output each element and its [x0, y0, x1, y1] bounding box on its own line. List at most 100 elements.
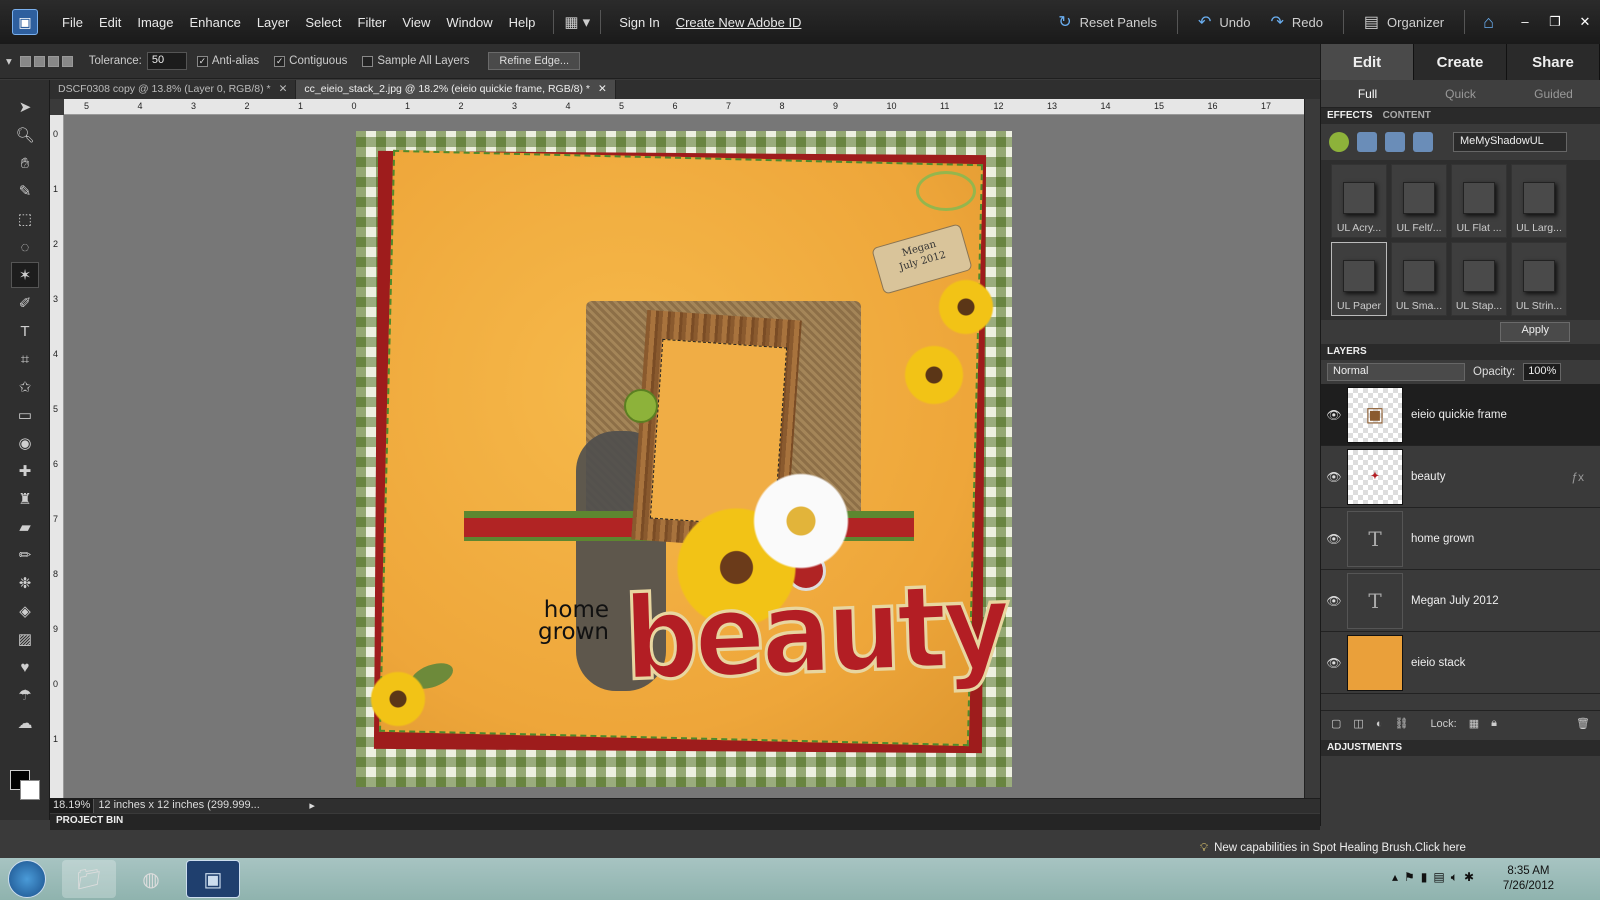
straighten-tool-icon[interactable]: ▭: [11, 402, 39, 428]
menu-layer[interactable]: Layer: [249, 15, 298, 30]
zoom-tool-icon[interactable]: 🔍︎: [11, 122, 39, 148]
layer-style-icon[interactable]: ƒx: [1571, 470, 1584, 484]
layer-styles-icon[interactable]: [1357, 132, 1377, 152]
menu-help[interactable]: Help: [501, 15, 544, 30]
project-bin-header[interactable]: PROJECT BIN: [50, 814, 1320, 830]
doc-tab-2[interactable]: cc_eieio_stack_2.jpg @ 18.2% (eieio quic…: [296, 80, 616, 99]
shape-tool-icon[interactable]: ♥: [11, 654, 39, 680]
network-icon[interactable]: ▤: [1433, 870, 1450, 884]
doc-tab-1[interactable]: DSCF0308 copy @ 13.8% (Layer 0, RGB/8) *…: [50, 80, 297, 99]
healing-brush-tool-icon[interactable]: ✚: [11, 458, 39, 484]
marquee-tool-icon[interactable]: ⬚: [11, 206, 39, 232]
reset-panels-button[interactable]: ↻ Reset Panels: [1048, 12, 1167, 32]
gradient-tool-icon[interactable]: ▨: [11, 626, 39, 652]
undo-button[interactable]: ↶ Undo: [1188, 12, 1260, 32]
tab-edit[interactable]: Edit: [1321, 44, 1414, 80]
type-tool-icon[interactable]: T: [11, 318, 39, 344]
tolerance-input[interactable]: 50: [146, 52, 187, 70]
blend-mode-select[interactable]: Normal: [1327, 363, 1465, 381]
adjustments-title[interactable]: ADJUSTMENTS: [1327, 742, 1402, 754]
arrange-icon[interactable]: ▦ ▾: [564, 13, 590, 31]
anti-alias-checkbox[interactable]: ✓: [196, 55, 208, 67]
tab-full[interactable]: Full: [1321, 80, 1414, 107]
brush-tool-icon[interactable]: ✏: [11, 542, 39, 568]
explorer-icon[interactable]: 📁︎: [62, 860, 116, 898]
new-selection-icon[interactable]: [19, 55, 31, 67]
show-hidden-icon[interactable]: ▴: [1392, 870, 1404, 884]
clock[interactable]: 8:35 AM 7/26/2012: [1503, 864, 1554, 894]
effect-thumbnail[interactable]: UL Stap...: [1451, 242, 1507, 316]
eyedropper-tool-icon[interactable]: ✎: [11, 178, 39, 204]
menu-edit[interactable]: Edit: [91, 15, 129, 30]
effect-thumbnail[interactable]: UL Sma...: [1391, 242, 1447, 316]
photo-effects-icon[interactable]: [1385, 132, 1405, 152]
paint-bucket-tool-icon[interactable]: ◈: [11, 598, 39, 624]
battery-icon[interactable]: ▮: [1421, 870, 1434, 884]
blur-tool-icon[interactable]: ☂: [11, 682, 39, 708]
close-tab-icon[interactable]: ✕: [279, 83, 288, 96]
eye-icon[interactable]: 👁︎: [1321, 594, 1347, 608]
close-tab-icon[interactable]: ✕: [598, 83, 607, 96]
tab-share[interactable]: Share: [1507, 44, 1600, 80]
tip-text[interactable]: New capabilities in Spot Healing Brush.C…: [1214, 842, 1466, 854]
lasso-tool-icon[interactable]: ◌: [11, 234, 39, 260]
smart-brush-tool-icon[interactable]: ❉: [11, 570, 39, 596]
layer-row[interactable]: 👁︎ T home grown: [1321, 508, 1600, 570]
photoshop-elements-icon[interactable]: ▣: [186, 860, 240, 898]
tool-preset-icon[interactable]: ▾: [6, 54, 12, 68]
layer-row[interactable]: 👁︎ ▣ eieio quickie frame: [1321, 384, 1600, 446]
effect-thumbnail[interactable]: UL Acry...: [1331, 164, 1387, 238]
move-tool-icon[interactable]: ➤: [11, 94, 39, 120]
subtract-selection-icon[interactable]: [47, 55, 59, 67]
bluetooth-icon[interactable]: ✱: [1464, 870, 1480, 884]
eye-icon[interactable]: 👁︎: [1321, 470, 1347, 484]
vertical-scrollbar[interactable]: [1304, 99, 1320, 800]
lock-all-icon[interactable]: 🔒︎: [1491, 717, 1497, 730]
eraser-tool-icon[interactable]: ▰: [11, 514, 39, 540]
menu-select[interactable]: Select: [297, 15, 349, 30]
content-tab[interactable]: CONTENT: [1383, 110, 1431, 122]
menu-view[interactable]: View: [394, 15, 438, 30]
clone-stamp-tool-icon[interactable]: ♜: [11, 486, 39, 512]
red-eye-tool-icon[interactable]: ◉: [11, 430, 39, 456]
sample-all-checkbox[interactable]: [362, 55, 374, 67]
zoom-level[interactable]: 18.19%: [50, 799, 95, 813]
sign-in-link[interactable]: Sign In: [611, 15, 667, 30]
effects-library-dropdown[interactable]: MeMyShadowUL: [1453, 132, 1567, 152]
trash-icon[interactable]: 🗑︎: [1576, 717, 1590, 730]
link-icon[interactable]: ⛓: [1394, 717, 1408, 730]
minimize-icon[interactable]: ‒: [1510, 14, 1540, 30]
adjustment-layer-icon[interactable]: ◐: [1376, 718, 1383, 730]
magic-wand-tool-icon[interactable]: ✶: [11, 262, 39, 288]
menu-file[interactable]: File: [54, 15, 91, 30]
eye-icon[interactable]: 👁︎: [1321, 656, 1347, 670]
flag-icon[interactable]: ⚑: [1404, 870, 1421, 884]
quick-selection-tool-icon[interactable]: ✐: [11, 290, 39, 316]
effect-thumbnail[interactable]: UL Flat ...: [1451, 164, 1507, 238]
status-menu-icon[interactable]: ▸: [309, 799, 315, 813]
menu-enhance[interactable]: Enhance: [182, 15, 249, 30]
refine-edge-button[interactable]: Refine Edge...: [488, 52, 581, 70]
hand-tool-icon[interactable]: ✋︎: [11, 150, 39, 176]
effect-thumbnail[interactable]: UL Paper: [1331, 242, 1387, 316]
firefox-icon[interactable]: ◍: [124, 860, 178, 898]
new-layer-icon[interactable]: ▢: [1331, 717, 1341, 730]
lock-transparency-icon[interactable]: ▦: [1469, 717, 1479, 730]
volume-icon[interactable]: 🔈︎: [1451, 870, 1464, 884]
menu-image[interactable]: Image: [129, 15, 181, 30]
layer-row[interactable]: 👁︎ T Megan July 2012: [1321, 570, 1600, 632]
scrapbook-page[interactable]: Megan July 2012 home grown beauty: [356, 131, 1012, 787]
redo-button[interactable]: ↷ Redo: [1260, 12, 1332, 32]
new-group-icon[interactable]: ◫: [1353, 717, 1363, 730]
filters-icon[interactable]: [1329, 132, 1349, 152]
crop-tool-icon[interactable]: ⌗: [11, 346, 39, 372]
eye-icon[interactable]: 👁︎: [1321, 532, 1347, 546]
close-icon[interactable]: ✕: [1570, 14, 1600, 30]
layer-row[interactable]: 👁︎ eieio stack: [1321, 632, 1600, 694]
intersect-selection-icon[interactable]: [61, 55, 73, 67]
tab-create[interactable]: Create: [1414, 44, 1507, 80]
effect-thumbnail[interactable]: UL Felt/...: [1391, 164, 1447, 238]
menu-window[interactable]: Window: [438, 15, 500, 30]
tab-guided[interactable]: Guided: [1507, 80, 1600, 107]
create-adobe-id-link[interactable]: Create New Adobe ID: [668, 15, 810, 30]
